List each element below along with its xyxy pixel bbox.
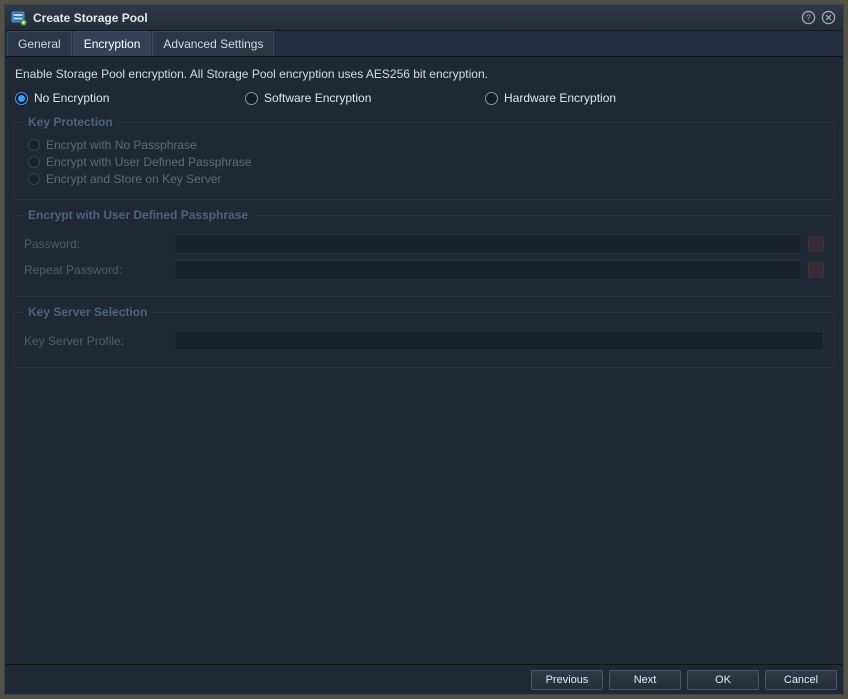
help-icon[interactable]: ? [799, 9, 817, 27]
ok-button[interactable]: OK [687, 670, 759, 690]
title-bar: Create Storage Pool ? [5, 5, 843, 31]
radio-no-passphrase[interactable]: Encrypt with No Passphrase [28, 138, 824, 152]
key-server-profile-row: Key Server Profile: [24, 331, 824, 351]
dialog-footer: Previous Next OK Cancel [5, 664, 843, 694]
tab-bar: General Encryption Advanced Settings [5, 31, 843, 57]
keyboard-icon[interactable] [808, 262, 824, 278]
svg-text:?: ? [806, 12, 811, 22]
radio-label: Encrypt with No Passphrase [46, 138, 197, 152]
keyboard-icon[interactable] [808, 236, 824, 252]
radio-label: Encrypt with User Defined Passphrase [46, 155, 251, 169]
dialog-title: Create Storage Pool [33, 11, 797, 25]
password-label: Password: [24, 237, 174, 251]
radio-key-server[interactable]: Encrypt and Store on Key Server [28, 172, 824, 186]
key-protection-group: Key Protection Encrypt with No Passphras… [13, 115, 835, 200]
encryption-mode-radio-group: No Encryption Software Encryption Hardwa… [15, 91, 835, 105]
key-server-group: Key Server Selection Key Server Profile: [13, 305, 835, 368]
radio-icon [28, 173, 40, 185]
key-server-profile-select[interactable] [174, 331, 824, 351]
previous-button[interactable]: Previous [531, 670, 603, 690]
radio-icon [485, 92, 498, 105]
tab-advanced-settings[interactable]: Advanced Settings [152, 31, 274, 56]
cancel-button[interactable]: Cancel [765, 670, 837, 690]
encryption-description: Enable Storage Pool encryption. All Stor… [15, 67, 833, 81]
repeat-password-row: Repeat Password: [24, 260, 824, 280]
passphrase-group: Encrypt with User Defined Passphrase Pas… [13, 208, 835, 297]
key-protection-legend: Key Protection [24, 115, 117, 129]
radio-icon [15, 92, 28, 105]
next-button[interactable]: Next [609, 670, 681, 690]
radio-user-passphrase[interactable]: Encrypt with User Defined Passphrase [28, 155, 824, 169]
dialog-body: Enable Storage Pool encryption. All Stor… [5, 57, 843, 664]
dialog-window: Create Storage Pool ? General Encryption… [4, 4, 844, 695]
repeat-password-label: Repeat Password: [24, 263, 174, 277]
tab-general[interactable]: General [7, 31, 72, 56]
radio-label: Software Encryption [264, 91, 371, 105]
key-server-legend: Key Server Selection [24, 305, 151, 319]
radio-label: Encrypt and Store on Key Server [46, 172, 221, 186]
key-server-profile-label: Key Server Profile: [24, 334, 174, 348]
passphrase-legend: Encrypt with User Defined Passphrase [24, 208, 252, 222]
radio-hardware-encryption[interactable]: Hardware Encryption [485, 91, 675, 105]
repeat-password-input[interactable] [174, 260, 802, 280]
close-icon[interactable] [819, 9, 837, 27]
radio-label: No Encryption [34, 91, 109, 105]
radio-label: Hardware Encryption [504, 91, 616, 105]
radio-icon [28, 139, 40, 151]
password-row: Password: [24, 234, 824, 254]
password-input[interactable] [174, 234, 802, 254]
radio-software-encryption[interactable]: Software Encryption [245, 91, 445, 105]
radio-icon [28, 156, 40, 168]
radio-icon [245, 92, 258, 105]
tab-encryption[interactable]: Encryption [73, 31, 152, 56]
radio-no-encryption[interactable]: No Encryption [15, 91, 205, 105]
storage-pool-icon [11, 10, 27, 26]
